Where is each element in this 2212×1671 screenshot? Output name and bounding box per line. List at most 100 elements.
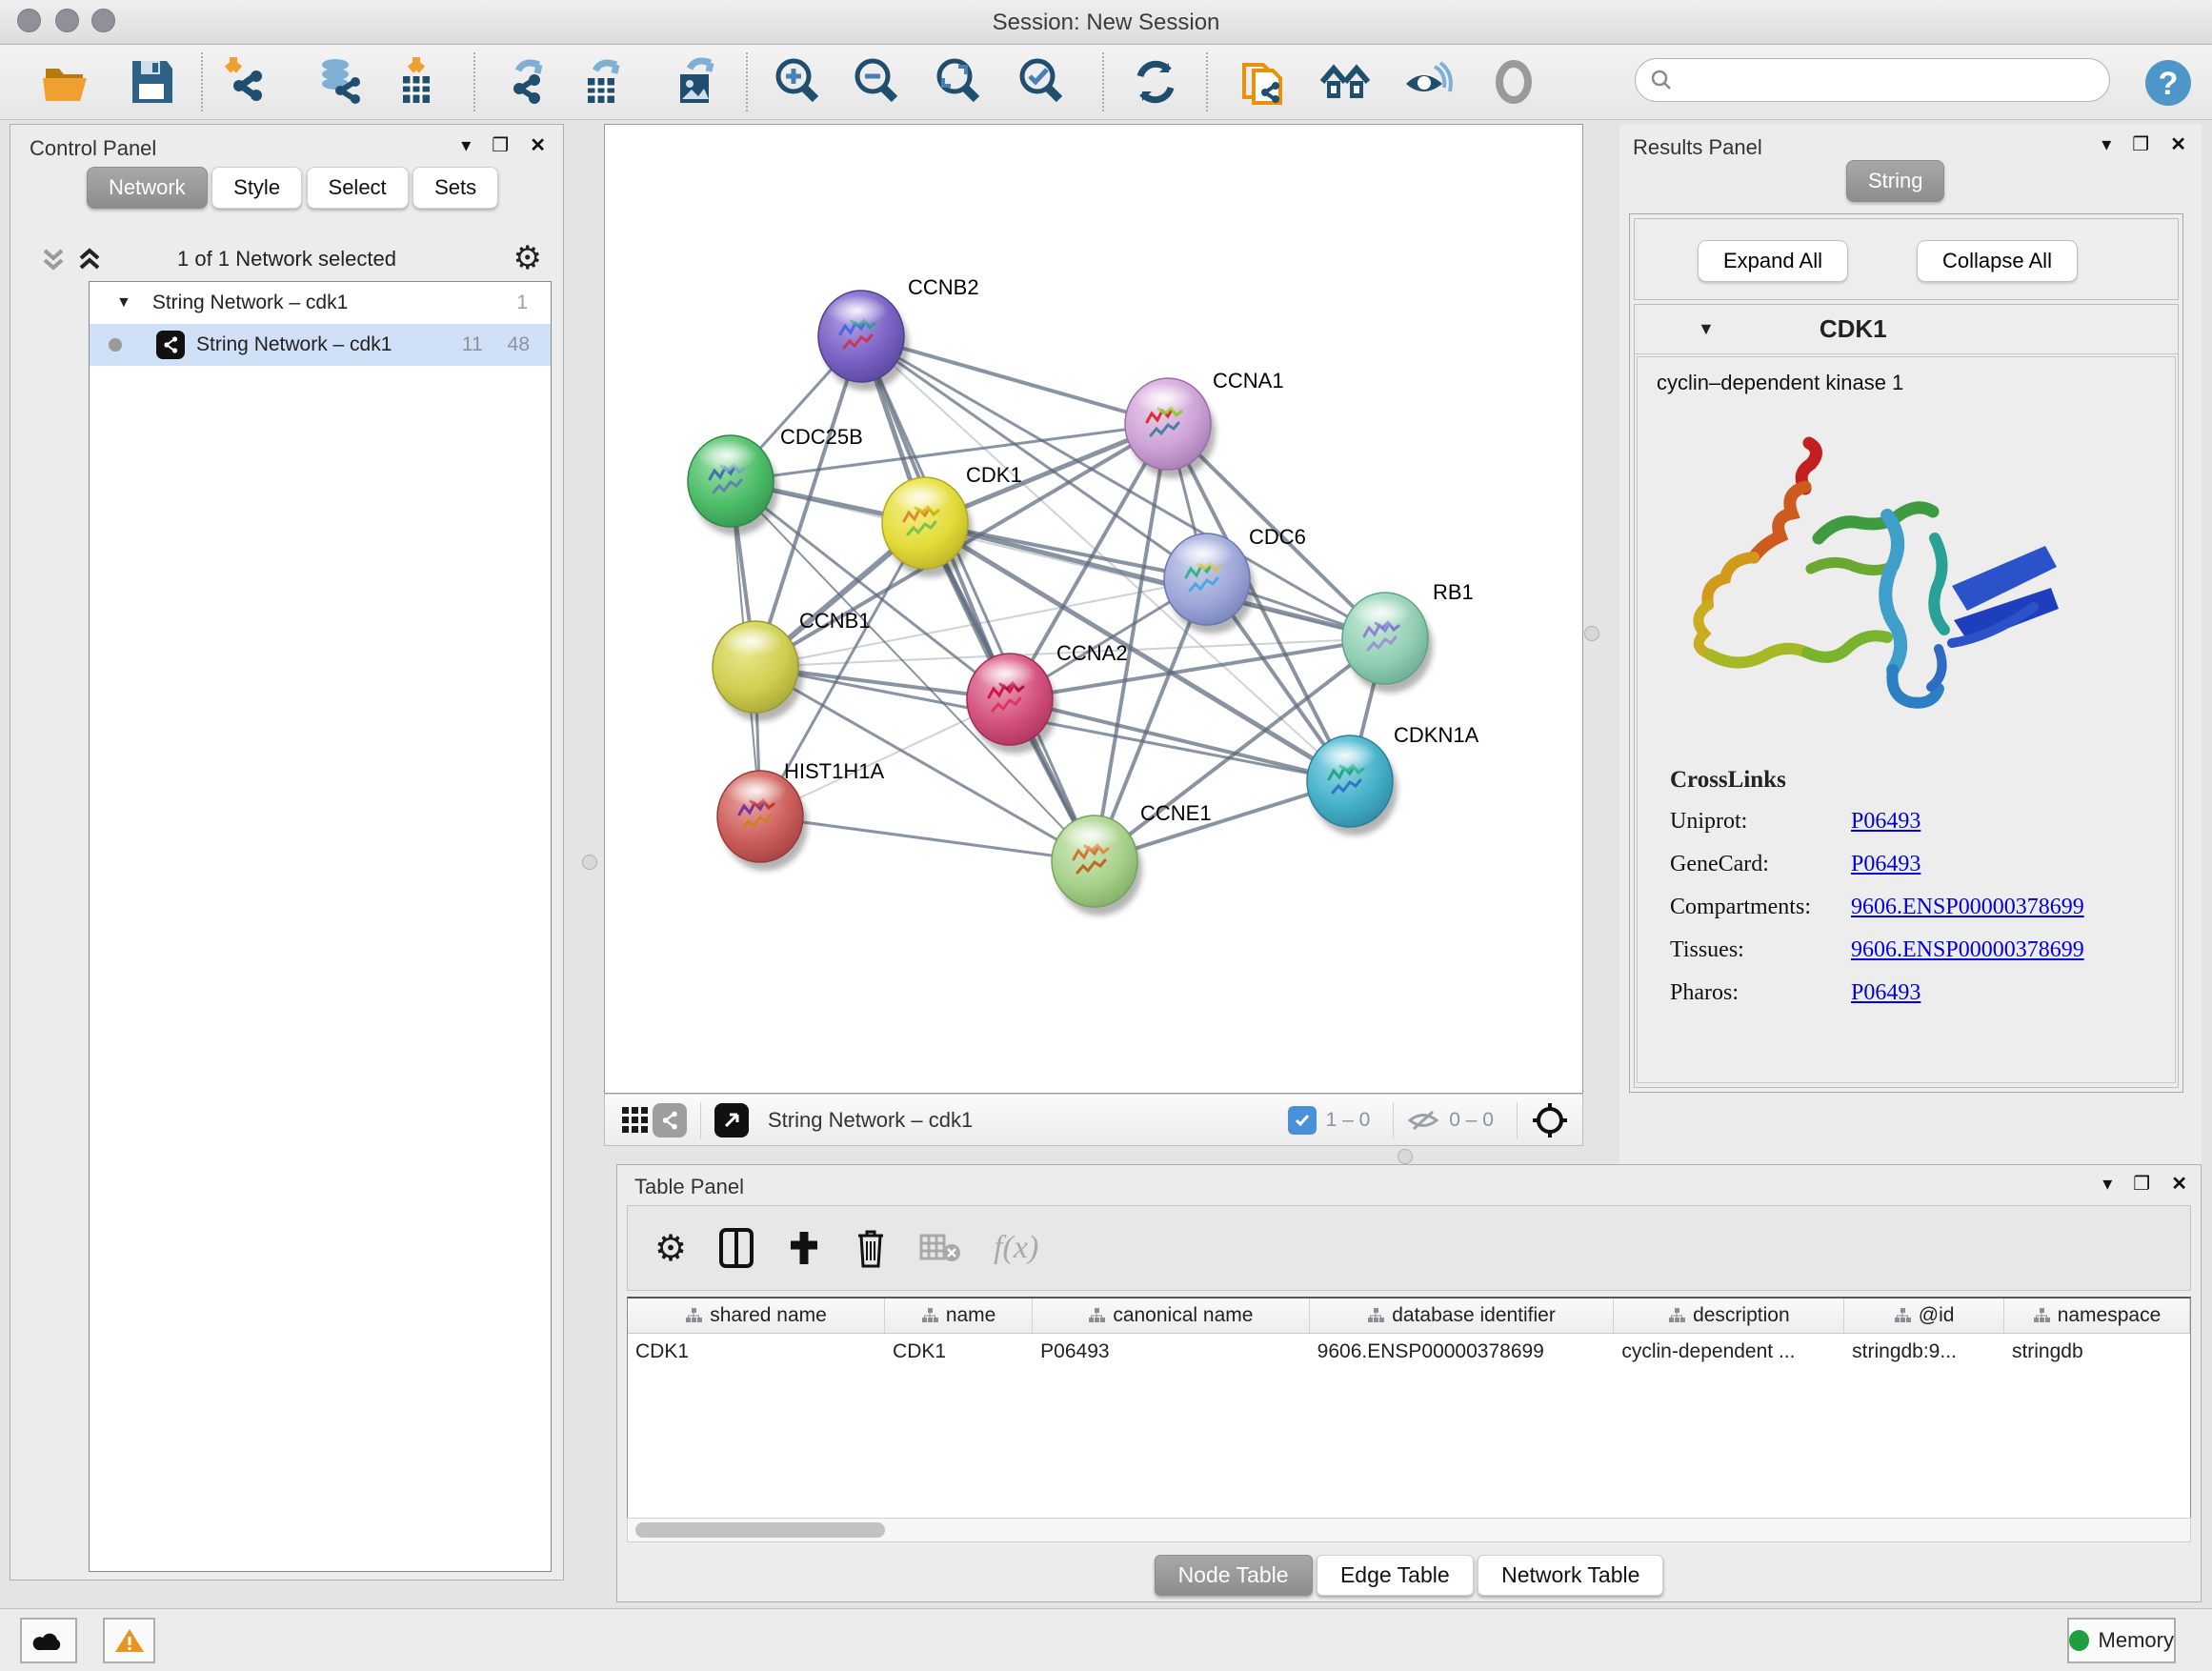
zoom-selected-icon[interactable] [1015,55,1068,109]
birds-eye-toggle-icon[interactable] [1531,1101,1569,1139]
crosslink-link[interactable]: 9606.ENSP00000378699 [1851,895,2084,920]
zoom-fit-icon[interactable] [932,55,985,109]
bottom-splitter-handle[interactable] [1398,1149,1413,1164]
search-input[interactable] [1674,68,2083,92]
left-splitter-handle[interactable] [582,855,597,870]
network-node-CDC25B[interactable]: CDC25B [688,425,863,535]
detach-view-icon[interactable] [714,1103,749,1137]
network-node-HIST1H1A[interactable]: HIST1H1A [717,759,884,871]
save-session-icon[interactable] [125,55,178,109]
show-columns-icon[interactable] [719,1228,754,1268]
cloud-button[interactable] [20,1618,77,1663]
delete-table-icon[interactable] [919,1232,961,1264]
tab-edge-table[interactable]: Edge Table [1317,1555,1474,1596]
export-network-icon[interactable] [499,55,553,109]
function-builder-icon[interactable]: f(x) [994,1230,1038,1266]
eye-disabled-icon[interactable] [1487,55,1540,109]
crosslink-link[interactable]: P06493 [1851,980,1920,1006]
tab-network-table[interactable]: Network Table [1478,1555,1663,1596]
delete-column-icon[interactable] [855,1228,887,1268]
open-session-icon[interactable] [40,55,93,109]
tab-sets[interactable]: Sets [412,167,498,209]
memory-button[interactable]: Memory [2067,1618,2176,1663]
maximize-panel-icon[interactable]: ❐ [2132,135,2149,154]
selected-checkbox-icon[interactable] [1288,1106,1317,1135]
import-table-file-icon[interactable] [390,55,443,109]
network-node-CCNB2[interactable]: CCNB2 [818,275,979,391]
crosslink-link[interactable]: P06493 [1851,852,1920,877]
right-splitter-handle[interactable] [1584,626,1599,641]
protein-result-card: ▼ CDK1 cyclin–dependent kinase 1 [1634,304,2179,1088]
network-view[interactable]: CCNB2CCNA1CDC25BCDK1CDC6RB1CCNB1CCNA2CDK… [604,124,1583,1094]
warning-button[interactable] [103,1618,155,1663]
collection-count: 1 [516,292,528,314]
network-node-CCNA1[interactable]: CCNA1 [1125,369,1284,478]
export-table-icon[interactable] [576,55,630,109]
network-row-selected[interactable]: String Network – cdk1 11 48 [90,324,551,366]
import-network-file-icon[interactable] [220,55,273,109]
tab-select[interactable]: Select [307,167,409,209]
string-view-icon[interactable] [653,1103,687,1137]
add-column-icon[interactable] [786,1230,822,1266]
float-panel-icon[interactable]: ▾ [461,136,471,155]
close-panel-icon[interactable]: ✕ [530,136,546,155]
panel-options-gear-icon[interactable]: ⚙ [513,239,542,277]
zoom-in-icon[interactable] [771,55,824,109]
scrollbar-thumb[interactable] [635,1522,885,1538]
zoom-out-icon[interactable] [850,55,903,109]
close-panel-icon[interactable]: ✕ [2171,1175,2187,1194]
network-edge-CCNB2-CCNE1[interactable] [861,336,1095,861]
maximize-panel-icon[interactable]: ❐ [2133,1175,2150,1194]
table-cell[interactable]: 9606.ENSP00000378699 [1310,1334,1615,1370]
clone-network-icon[interactable] [1237,55,1290,109]
tab-node-table[interactable]: Node Table [1155,1555,1313,1596]
column-header-canonical-name[interactable]: canonical name [1033,1299,1310,1333]
tree-expander-icon[interactable]: ▼ [116,294,131,312]
export-image-icon[interactable] [669,55,722,109]
crosslink-link[interactable]: P06493 [1851,809,1920,835]
table-cell[interactable]: P06493 [1033,1334,1309,1370]
column-header-database-identifier[interactable]: database identifier [1310,1299,1615,1333]
float-panel-icon[interactable]: ▾ [2102,1175,2112,1194]
table-cell[interactable]: stringdb:9... [1844,1334,2004,1370]
grid-view-icon[interactable] [618,1103,653,1137]
crosslink-label: Uniprot: [1670,809,1851,835]
import-network-database-icon[interactable] [312,55,366,109]
table-options-gear-icon[interactable]: ⚙ [654,1227,687,1270]
tab-string[interactable]: String [1846,160,1944,202]
expand-all-button[interactable]: Expand All [1698,240,1848,282]
show-hide-icon[interactable] [1400,55,1454,109]
column-header-name[interactable]: name [885,1299,1033,1333]
table-horizontal-scrollbar[interactable] [627,1518,2191,1542]
crosslink-link[interactable]: 9606.ENSP00000378699 [1851,937,2084,963]
toolbar-separator [746,52,748,111]
tab-network[interactable]: Network [87,167,208,209]
home-networks-icon[interactable] [1318,55,1372,109]
network-node-CCNA2[interactable]: CCNA2 [967,641,1128,754]
hidden-eye-icon[interactable] [1407,1108,1439,1133]
network-collection-row[interactable]: ▼ String Network – cdk1 1 [90,282,551,324]
network-edge-HIST1H1A-CCNE1[interactable] [760,816,1095,861]
maximize-panel-icon[interactable]: ❐ [492,136,509,155]
table-row[interactable]: CDK1CDK1P064939606.ENSP00000378699cyclin… [628,1334,2190,1370]
table-cell[interactable]: CDK1 [885,1334,1033,1370]
network-node-CDKN1A[interactable]: CDKN1A [1307,723,1479,836]
collapse-section-icon[interactable]: ▼ [1698,319,1715,339]
table-cell[interactable]: stringdb [2004,1334,2190,1370]
table-cell[interactable]: cyclin-dependent ... [1614,1334,1844,1370]
column-header-namespace[interactable]: namespace [2004,1299,2190,1333]
tab-style[interactable]: Style [211,167,302,209]
column-header-shared-name[interactable]: shared name [628,1299,885,1333]
search-box[interactable] [1635,58,2110,102]
warning-icon [114,1627,145,1654]
float-panel-icon[interactable]: ▾ [2101,135,2111,154]
column-header-description[interactable]: description [1614,1299,1844,1333]
network-node-RB1[interactable]: RB1 [1342,580,1474,693]
toolbar-separator [700,1102,701,1138]
refresh-icon[interactable] [1129,55,1182,109]
column-header--id[interactable]: @id [1844,1299,2004,1333]
collapse-all-button[interactable]: Collapse All [1917,240,2078,282]
table-cell[interactable]: CDK1 [628,1334,885,1370]
help-icon[interactable]: ? [2142,56,2195,110]
close-panel-icon[interactable]: ✕ [2170,135,2186,154]
